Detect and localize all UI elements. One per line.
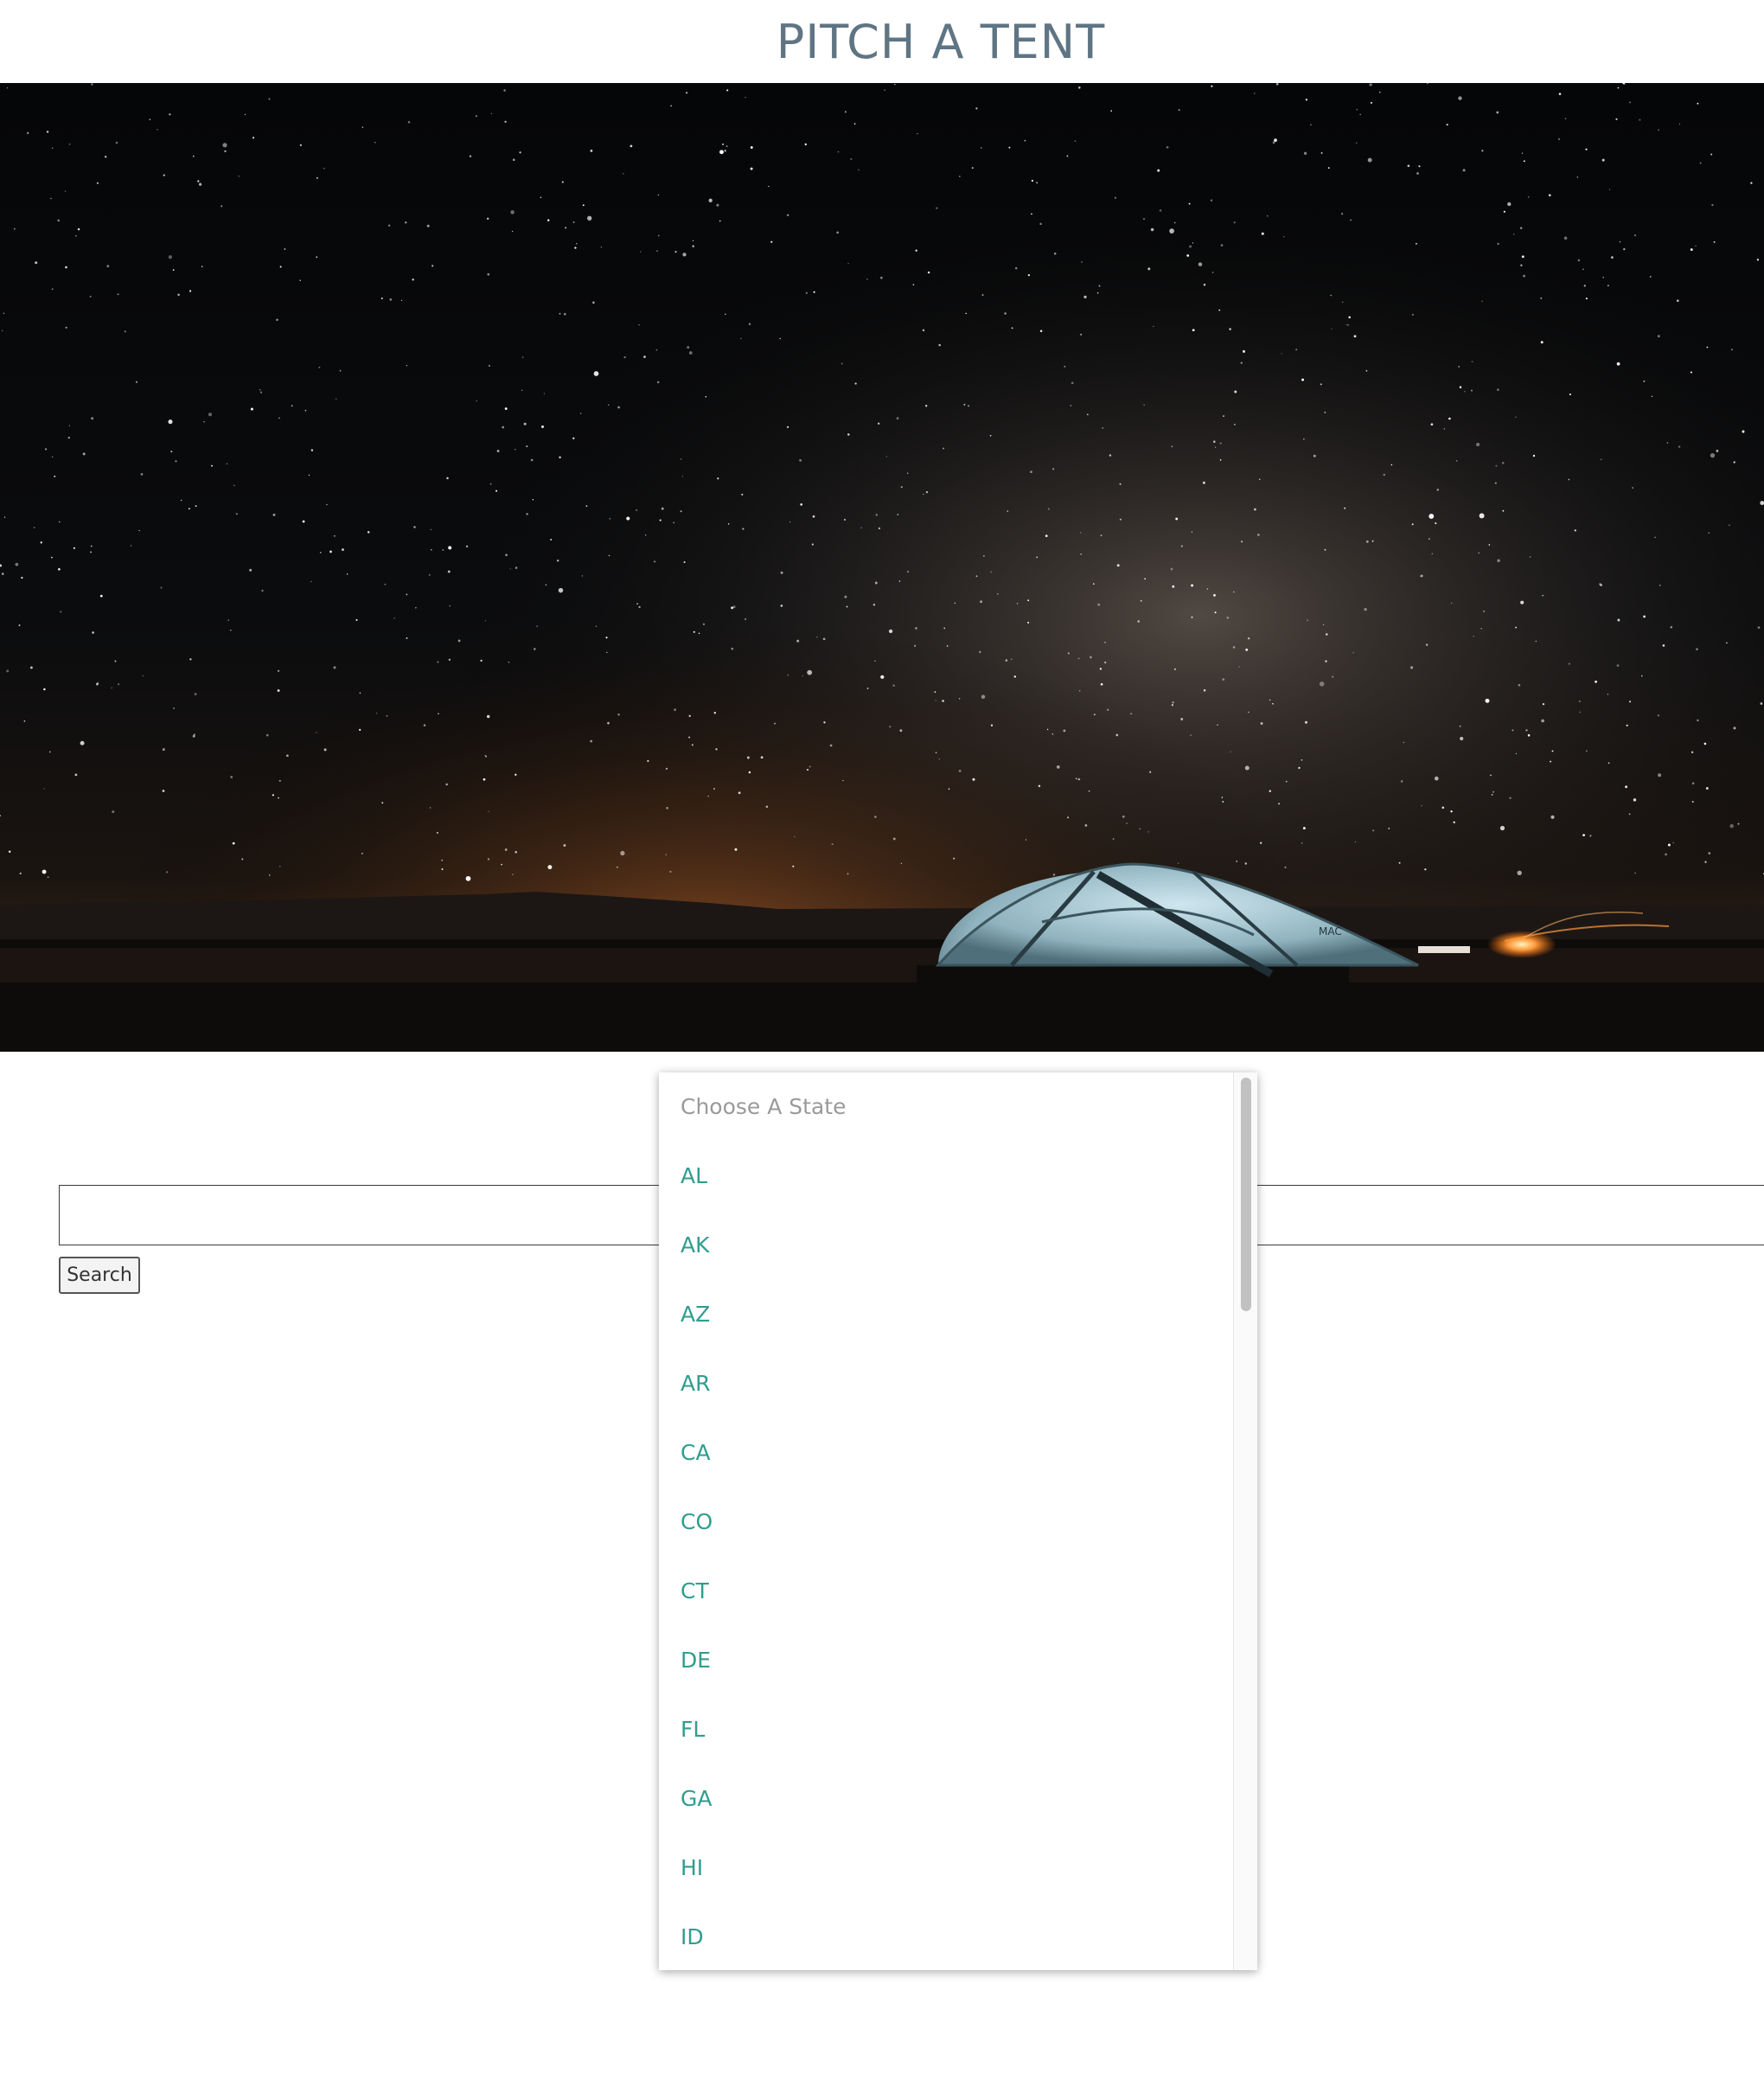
site-header: PITCH A TENT (0, 0, 1764, 83)
state-option-co[interactable]: CO (659, 1488, 1233, 1557)
state-option-ar[interactable]: AR (659, 1349, 1233, 1418)
state-option-hi[interactable]: HI (659, 1834, 1233, 1903)
state-option-de[interactable]: DE (659, 1626, 1233, 1695)
state-options: Choose A State AL AK AZ AR CA CO CT DE FL GA HI ID (659, 1072, 1233, 1970)
state-option-fl[interactable]: FL (659, 1695, 1233, 1764)
state-option-al[interactable]: AL (659, 1142, 1233, 1211)
state-option-ca[interactable]: CA (659, 1418, 1233, 1488)
state-option-id[interactable]: ID (659, 1903, 1233, 1970)
state-option-az[interactable]: AZ (659, 1280, 1233, 1349)
search-button[interactable]: Search (59, 1257, 140, 1294)
page: PITCH A TENT MAC Search Choose A State A… (0, 0, 1764, 2093)
state-option-ct[interactable]: CT (659, 1557, 1233, 1626)
state-option-ga[interactable]: GA (659, 1764, 1233, 1834)
site-title: PITCH A TENT (776, 14, 1106, 69)
dropdown-scrollbar[interactable] (1233, 1072, 1257, 1970)
state-dropdown-list[interactable]: Choose A State AL AK AZ AR CA CO CT DE FL GA HI ID (659, 1072, 1257, 1970)
hero-image: MAC (0, 83, 1764, 1052)
scrollbar-thumb[interactable] (1241, 1078, 1251, 1311)
state-placeholder-option[interactable]: Choose A State (659, 1072, 1233, 1142)
tent-logo: MAC (1319, 925, 1342, 938)
state-option-ak[interactable]: AK (659, 1211, 1233, 1280)
